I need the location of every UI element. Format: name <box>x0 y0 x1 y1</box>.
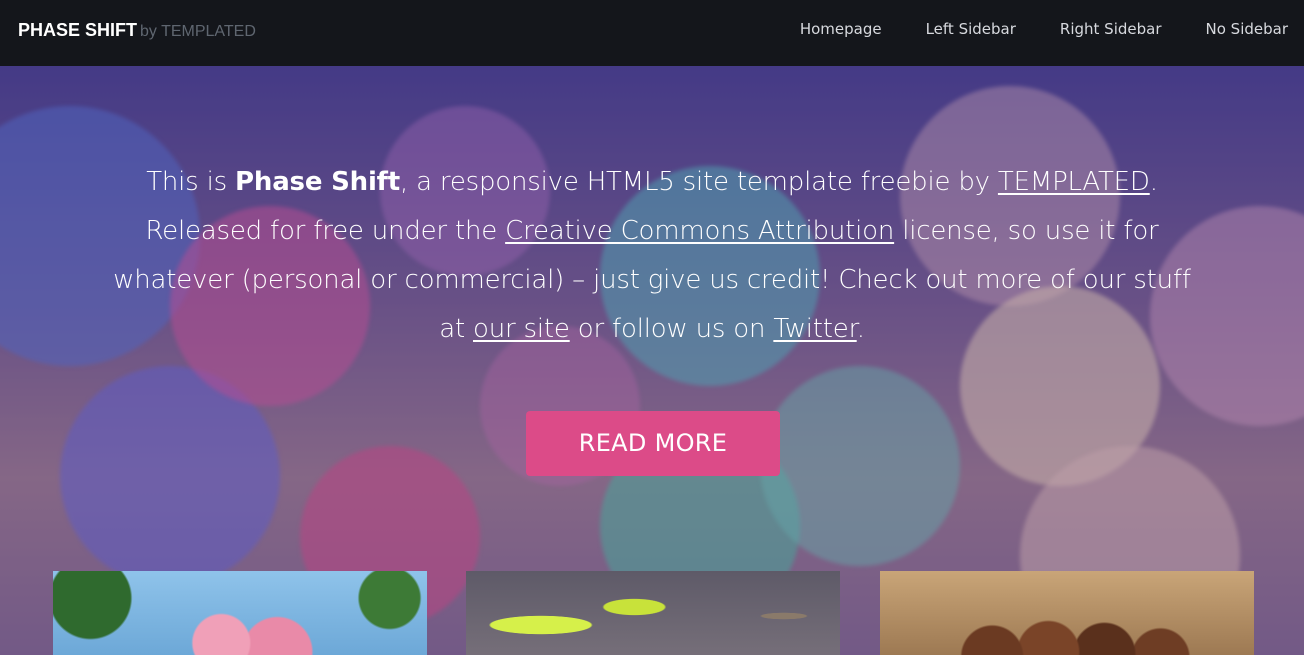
leaf-image[interactable] <box>466 571 840 655</box>
hero-line-1: This is Phase Shift, a responsive HTML5 … <box>100 158 1204 207</box>
logo-title: PHASE SHIFT <box>18 20 138 40</box>
site-logo[interactable]: PHASE SHIFT by TEMPLATED <box>18 20 256 41</box>
main-nav: Homepage Left Sidebar Right Sidebar No S… <box>800 20 1288 38</box>
twitter-link[interactable]: Twitter <box>773 314 857 344</box>
hero-overlay <box>0 66 1304 655</box>
nav-item-left-sidebar[interactable]: Left Sidebar <box>926 20 1016 38</box>
templated-link[interactable]: TEMPLATED <box>998 167 1150 197</box>
hero-text-segment: . <box>1149 167 1158 197</box>
nav-item-homepage[interactable]: Homepage <box>800 20 882 38</box>
hero-line-2: Released for free under the Creative Com… <box>100 207 1204 256</box>
creative-commons-link[interactable]: Creative Commons Attribution <box>505 216 894 246</box>
hero-text-segment: at <box>439 314 474 344</box>
hero-text-segment: license, so use it for <box>894 216 1159 246</box>
hero-text-segment: . <box>856 314 865 344</box>
hero-intro-text: This is Phase Shift, a responsive HTML5 … <box>100 158 1204 354</box>
logo-byline: by TEMPLATED <box>140 23 256 40</box>
our-site-link[interactable]: our site <box>473 314 570 344</box>
hero-text-segment: Released for free under the <box>145 216 506 246</box>
hero-text-segment: , a responsive HTML5 site template freeb… <box>400 167 998 197</box>
nuts-image[interactable] <box>880 571 1254 655</box>
read-more-button[interactable]: READ MORE <box>526 411 780 476</box>
flower-image[interactable] <box>53 571 427 655</box>
hero-text-segment: This is <box>146 167 236 197</box>
top-navigation-bar: PHASE SHIFT by TEMPLATED Homepage Left Si… <box>0 0 1304 66</box>
hero-banner: This is Phase Shift, a responsive HTML5 … <box>0 66 1304 655</box>
hero-line-3: whatever (personal or commercial) – just… <box>113 265 1191 295</box>
hero-bold-title: Phase Shift <box>235 167 400 197</box>
nav-item-right-sidebar[interactable]: Right Sidebar <box>1060 20 1162 38</box>
hero-line-4: at our site or follow us on Twitter. <box>100 305 1204 354</box>
hero-text-segment: or follow us on <box>569 314 774 344</box>
nav-item-no-sidebar[interactable]: No Sidebar <box>1206 20 1289 38</box>
